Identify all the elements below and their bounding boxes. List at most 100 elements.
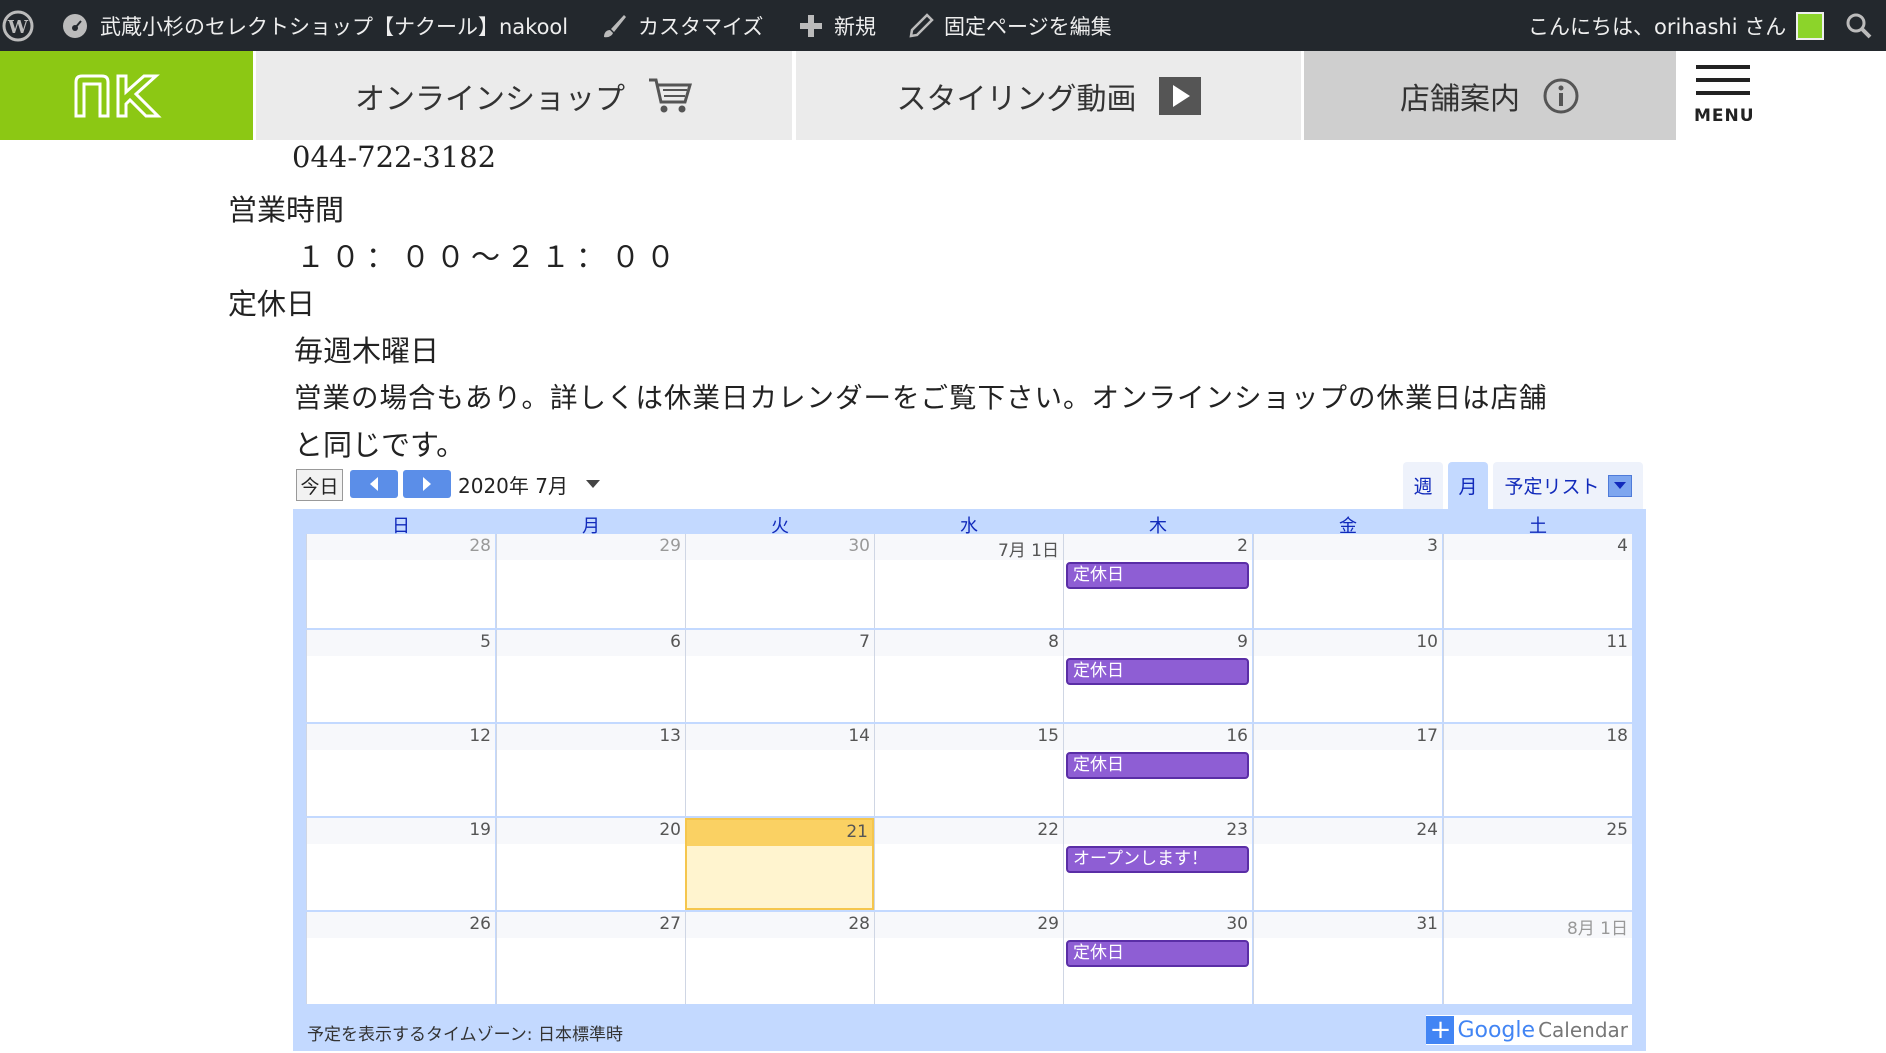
day-header-band (686, 534, 874, 560)
calendar-day-cell[interactable]: 22 (874, 818, 1063, 910)
view-week-tab[interactable]: 週 (1403, 462, 1443, 509)
day-number: 20 (659, 820, 681, 840)
day-header-band (1444, 818, 1632, 844)
calendar-day-cell[interactable]: 30 定休日 (1063, 912, 1252, 1004)
calendar-event[interactable]: 定休日 (1066, 658, 1249, 685)
day-number: 29 (1037, 914, 1059, 934)
calendar-day-cell[interactable]: 23 オープンします！ (1063, 818, 1252, 910)
day-header-band (1254, 818, 1442, 844)
calendar-week-row: 19 20 21 22 23 オープンします！ 24 25 (306, 818, 1633, 910)
calendar-day-cell[interactable]: 3 (1253, 534, 1442, 628)
day-number: 18 (1606, 726, 1628, 746)
prev-month-button[interactable] (350, 470, 398, 498)
calendar-day-cell[interactable]: 16 定休日 (1063, 724, 1252, 816)
view-month-label: 月 (1458, 476, 1478, 498)
month-picker[interactable]: 2020年 7月 (458, 470, 600, 498)
tab-online-shop[interactable]: オンラインショップ (256, 51, 792, 140)
timezone-note: 予定を表示するタイムゾーン: 日本標準時 (307, 1025, 623, 1045)
calendar-event[interactable]: 定休日 (1066, 940, 1249, 967)
calendar-day-cell[interactable]: 8 (874, 630, 1063, 722)
calendar-day-cell[interactable]: 28 (685, 912, 874, 1004)
greeting: こんにちは、orihashi さん (1528, 14, 1787, 39)
day-header-band (1064, 912, 1252, 938)
tab-store-info[interactable]: 店舗案内 (1304, 51, 1676, 140)
calendar-event[interactable]: オープンします！ (1066, 846, 1249, 873)
svg-text:W: W (7, 17, 29, 38)
calendar-day-cell[interactable]: 6 (496, 630, 685, 722)
calendar-day-cell[interactable]: 27 (496, 912, 685, 1004)
calendar-day-cell[interactable]: 25 (1443, 818, 1632, 910)
calendar-event[interactable]: 定休日 (1066, 752, 1249, 779)
add-to-google-calendar-button[interactable]: + Google Calendar (1426, 1015, 1632, 1045)
site-name-link[interactable]: 武蔵小杉のセレクトショップ【ナクール】nakool (60, 0, 568, 51)
edit-page-link[interactable]: 固定ページを編集 (908, 0, 1112, 51)
day-header-band (1444, 534, 1632, 560)
calendar-day-cell[interactable]: 8月 1日 (1443, 912, 1632, 1004)
view-agenda-tab[interactable]: 予定リスト (1493, 462, 1643, 509)
day-number: 10 (1416, 632, 1438, 652)
calendar-day-cell[interactable]: 26 (306, 912, 495, 1004)
month-label: 2020年 7月 (458, 473, 568, 498)
calendar-day-cell[interactable]: 18 (1443, 724, 1632, 816)
day-number: 3 (1427, 536, 1438, 556)
calendar-week-row: 5 6 7 8 9 定休日 10 11 (306, 630, 1633, 722)
day-number: 26 (469, 914, 491, 934)
calendar-day-cell[interactable]: 5 (306, 630, 495, 722)
calendar-day-cell[interactable]: 20 (496, 818, 685, 910)
calendar-day-cell[interactable]: 13 (496, 724, 685, 816)
calendar-day-cell[interactable]: 14 (685, 724, 874, 816)
day-header-band (497, 630, 685, 656)
avatar (1796, 11, 1825, 40)
search-icon[interactable] (1845, 0, 1873, 51)
today-button[interactable]: 今日 (296, 469, 343, 501)
day-header-band (497, 724, 685, 750)
today-button-label: 今日 (300, 475, 339, 498)
hours-value: １０：００～２１：００ (296, 240, 682, 274)
calendar-event[interactable]: 定休日 (1066, 562, 1249, 589)
customize-label: カスタマイズ (638, 14, 764, 39)
day-number: 15 (1037, 726, 1059, 746)
calendar-day-cell[interactable]: 15 (874, 724, 1063, 816)
day-number: 25 (1606, 820, 1628, 840)
view-month-tab[interactable]: 月 (1448, 462, 1488, 509)
day-number: 31 (1416, 914, 1438, 934)
day-number: 11 (1606, 632, 1628, 652)
calendar-day-cell[interactable]: 19 (306, 818, 495, 910)
hamburger-icon (1696, 65, 1750, 95)
calendar-day-cell[interactable]: 9 定休日 (1063, 630, 1252, 722)
calendar-day-cell[interactable]: 10 (1253, 630, 1442, 722)
day-header-band (497, 912, 685, 938)
calendar-day-cell[interactable]: 28 (306, 534, 495, 628)
account-menu[interactable]: こんにちは、orihashi さん (1528, 0, 1825, 51)
day-number: 7 (859, 632, 870, 652)
calendar-day-cell[interactable]: 29 (496, 534, 685, 628)
calendar-day-cell[interactable]: 12 (306, 724, 495, 816)
calendar-day-cell[interactable]: 17 (1253, 724, 1442, 816)
calendar-day-cell[interactable]: 29 (874, 912, 1063, 1004)
day-number: 13 (659, 726, 681, 746)
day-number: 27 (659, 914, 681, 934)
wordpress-logo-icon[interactable]: W (2, 0, 34, 51)
closed-value: 毎週木曜日 (294, 334, 440, 368)
next-month-button[interactable] (403, 470, 451, 498)
calendar-day-cell[interactable]: 11 (1443, 630, 1632, 722)
calendar-day-cell[interactable]: 7 (685, 630, 874, 722)
agenda-dropdown-icon[interactable] (1607, 474, 1632, 497)
calendar-day-cell[interactable]: 7月 1日 (874, 534, 1063, 628)
calendar-day-cell[interactable]: 2 定休日 (1063, 534, 1252, 628)
dashboard-icon (63, 13, 87, 38)
calendar-day-today[interactable]: 21 (685, 818, 874, 910)
day-header-band (875, 818, 1063, 844)
calendar-day-cell[interactable]: 4 (1443, 534, 1632, 628)
customize-link[interactable]: カスタマイズ (600, 0, 763, 51)
menu-button[interactable]: MENU (1680, 51, 1886, 140)
calendar-day-cell[interactable]: 31 (1253, 912, 1442, 1004)
day-header-band (1064, 818, 1252, 844)
day-number: 7月 1日 (997, 541, 1059, 561)
new-link[interactable]: 新規 (798, 0, 876, 51)
tab-styling-video[interactable]: スタイリング動画 (796, 51, 1301, 140)
calendar-day-cell[interactable]: 30 (685, 534, 874, 628)
calendar-day-cell[interactable]: 24 (1253, 818, 1442, 910)
site-logo[interactable] (0, 51, 253, 140)
day-header-band (307, 818, 495, 844)
